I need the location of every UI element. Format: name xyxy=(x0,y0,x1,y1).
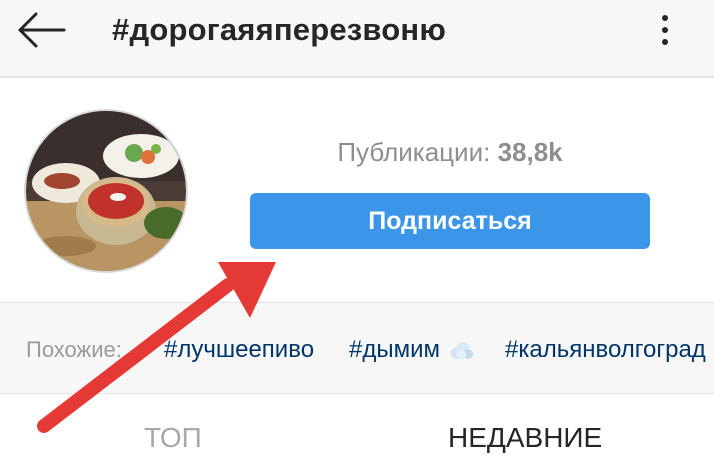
related-label: Похожие: xyxy=(26,337,122,362)
app-header: #дорогаяяперезвоню xyxy=(0,0,714,78)
hashtag-profile: Публикации: 38,8k Подписаться xyxy=(0,80,714,302)
related-tag-link[interactable]: #кальянволгоград xyxy=(505,336,706,364)
page-title: #дорогаяяперезвоню xyxy=(112,12,446,47)
feed-tabs: ТОП НЕДАВНИЕ xyxy=(0,394,714,458)
tab-recent[interactable]: НЕДАВНИЕ xyxy=(448,422,602,454)
related-tag-text: #дымим xyxy=(349,336,441,363)
related-tag-link[interactable]: #дымим xyxy=(349,336,475,364)
follow-button-label: Подписаться xyxy=(368,206,532,235)
avatar xyxy=(26,111,186,271)
smoke-emoji-icon xyxy=(450,341,473,360)
posts-count: 38,8k xyxy=(497,137,563,167)
arrow-left-icon xyxy=(18,12,66,48)
related-tag-link[interactable]: #лучшеепиво xyxy=(164,336,314,364)
food-photo-image xyxy=(26,111,186,271)
follow-button[interactable]: Подписаться xyxy=(250,193,650,249)
more-vertical-icon xyxy=(662,15,668,45)
related-tags-bar: Похожие: #лучшеепиво #дымим #кальянволго… xyxy=(0,302,714,394)
posts-label: Публикации: xyxy=(337,137,491,167)
posts-stat: Публикации: 38,8k xyxy=(250,137,650,168)
back-button[interactable] xyxy=(12,10,72,50)
more-options-button[interactable] xyxy=(650,10,680,50)
tab-top[interactable]: ТОП xyxy=(144,422,202,454)
